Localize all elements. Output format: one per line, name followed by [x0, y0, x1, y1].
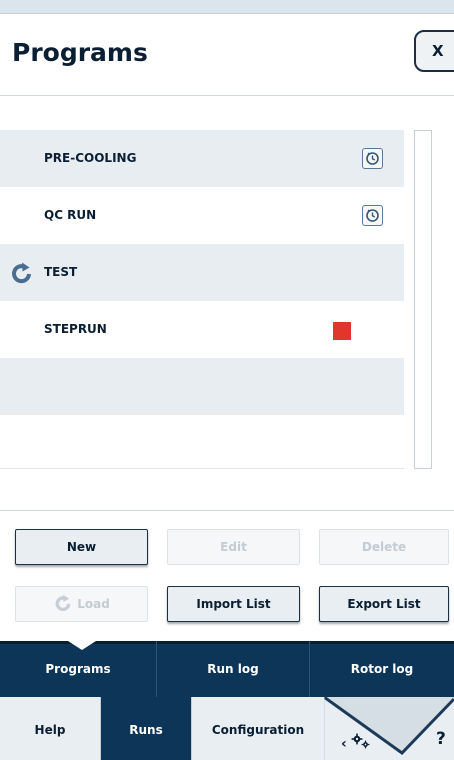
section-divider — [0, 510, 454, 511]
program-list: PRE-COOLING QC RUN TEST STEPRUN — [0, 130, 404, 472]
program-row-steprun[interactable]: STEPRUN — [0, 301, 404, 358]
help-question-button[interactable]: ? — [436, 729, 446, 749]
program-row-test[interactable]: TEST — [0, 244, 404, 301]
delete-button[interactable]: Delete — [319, 529, 449, 565]
new-button[interactable]: New — [15, 529, 148, 565]
clock-icon — [362, 205, 383, 226]
close-button[interactable]: X — [414, 30, 454, 72]
chevron-left-icon[interactable]: ‹ — [341, 736, 347, 752]
clock-icon — [362, 148, 383, 169]
new-button-label: New — [66, 540, 97, 554]
load-icon — [53, 594, 73, 615]
edit-button-label: Edit — [220, 540, 247, 554]
load-button[interactable]: Load — [15, 586, 148, 622]
program-row-pre-cooling[interactable]: PRE-COOLING — [0, 130, 404, 187]
runs-button[interactable]: Runs — [101, 697, 192, 760]
program-name: TEST — [44, 265, 78, 279]
edit-button[interactable]: Edit — [167, 529, 300, 565]
tab-run-log[interactable]: Run log — [157, 641, 310, 697]
list-scrollbar[interactable] — [414, 130, 432, 469]
program-name: STEPRUN — [44, 322, 107, 336]
program-row-qc-run[interactable]: QC RUN — [0, 187, 404, 244]
import-list-button[interactable]: Import List — [167, 586, 300, 622]
delete-button-label: Delete — [361, 540, 407, 554]
program-name: PRE-COOLING — [44, 151, 137, 165]
loaded-arrow-icon — [10, 261, 34, 285]
help-button[interactable]: Help — [0, 697, 101, 760]
top-border — [0, 0, 454, 14]
program-row-empty[interactable] — [0, 358, 404, 415]
load-button-label: Load — [77, 597, 110, 611]
configuration-button[interactable]: Configuration — [192, 697, 324, 760]
active-tab-pointer — [68, 641, 96, 650]
stop-square-icon — [333, 322, 351, 340]
import-list-label: Import List — [196, 597, 271, 611]
export-list-button[interactable]: Export List — [319, 586, 449, 622]
program-row-empty[interactable] — [0, 415, 404, 472]
header-divider — [0, 95, 454, 96]
list-divider — [0, 468, 404, 469]
page-title: Programs — [12, 38, 148, 67]
export-list-label: Export List — [347, 597, 421, 611]
program-name: QC RUN — [44, 208, 97, 222]
gear-icon[interactable] — [351, 733, 371, 753]
tab-rotor-log[interactable]: Rotor log — [310, 641, 454, 697]
